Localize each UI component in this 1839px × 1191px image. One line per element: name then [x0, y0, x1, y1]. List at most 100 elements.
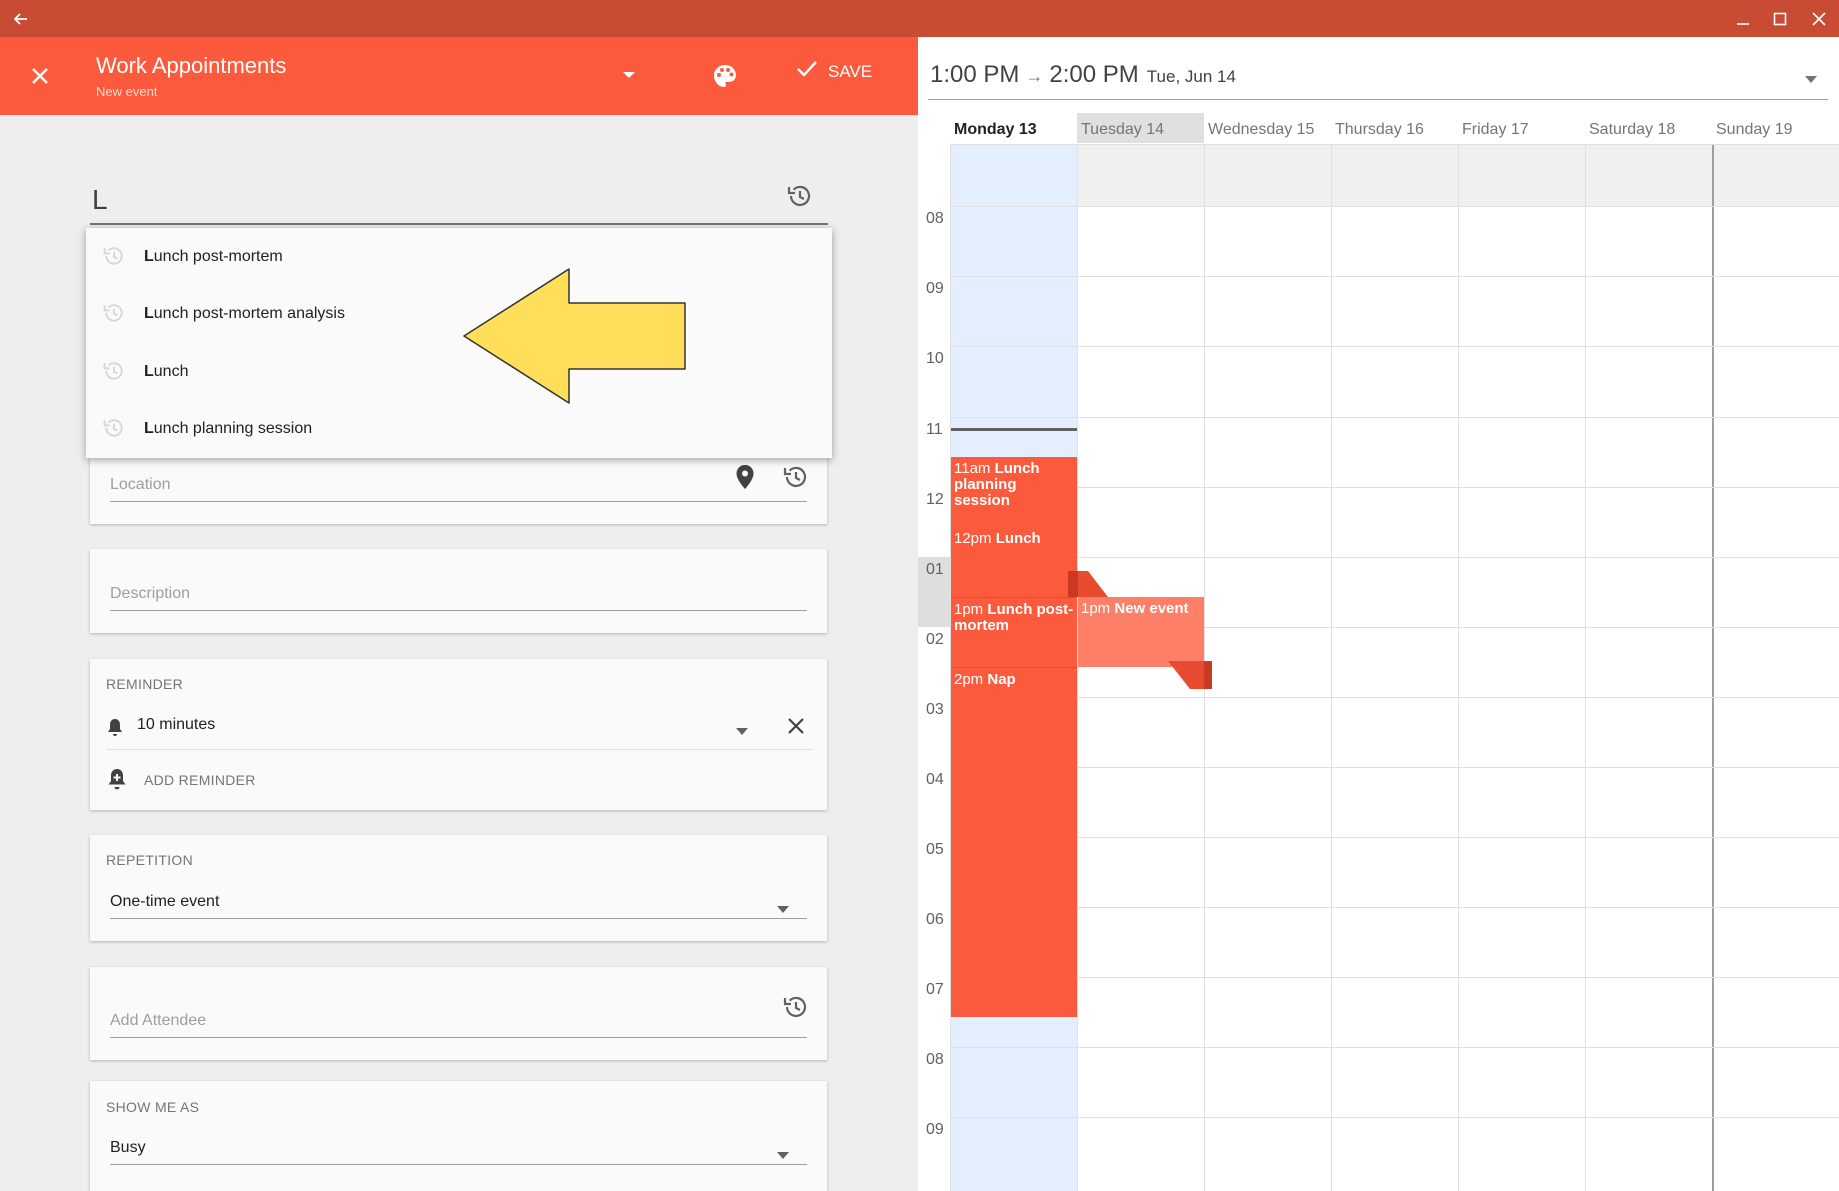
- day-header-tuesday[interactable]: Tuesday 14: [1077, 113, 1204, 143]
- event-title: New event: [1114, 600, 1189, 617]
- repetition-select[interactable]: One-time event: [110, 893, 219, 911]
- attendee-underline: [110, 1037, 807, 1038]
- add-reminder-button[interactable]: ADD REMINDER: [144, 772, 256, 788]
- hour-label: 08: [926, 210, 944, 227]
- event-title-input[interactable]: L: [90, 174, 828, 225]
- event-time-range[interactable]: 1:00 PM → 2:00 PM Tue, Jun 14: [930, 61, 1236, 89]
- show-me-as-select[interactable]: Busy: [110, 1139, 146, 1157]
- reminder-value[interactable]: 10 minutes: [137, 716, 215, 734]
- reminder-label: REMINDER: [106, 676, 184, 692]
- reminder-divider: [106, 749, 813, 750]
- grid-vline: [1585, 144, 1586, 1191]
- repetition-card: REPETITION One-time event: [90, 835, 827, 941]
- suggestion-item[interactable]: Lunch post-mortem analysis: [86, 285, 832, 342]
- time-dropdown-icon[interactable]: [1805, 71, 1817, 89]
- day-header-saturday[interactable]: Saturday 18: [1585, 113, 1712, 143]
- day-header-monday[interactable]: Monday 13: [950, 113, 1077, 143]
- save-button[interactable]: SAVE: [796, 59, 872, 84]
- window-titlebar: [0, 0, 1839, 37]
- resize-handle-top[interactable]: [1068, 569, 1118, 604]
- hour-label: 05: [926, 841, 944, 858]
- repetition-underline: [110, 918, 807, 919]
- hour-label: 12: [926, 491, 944, 508]
- show-me-as-label: SHOW ME AS: [106, 1099, 200, 1115]
- day-header-sunday[interactable]: Sunday 19: [1712, 113, 1839, 143]
- start-time[interactable]: 1:00 PM: [930, 61, 1019, 89]
- editor-subtitle: New event: [96, 84, 158, 99]
- grid-hline: [950, 907, 1839, 908]
- minimize-icon[interactable]: [1724, 0, 1761, 37]
- event-new-event[interactable]: 1pm New event: [1078, 597, 1204, 667]
- event-time: 11am: [954, 460, 991, 477]
- description-input[interactable]: Description: [110, 585, 190, 603]
- grid-vline: [1077, 144, 1078, 1191]
- bell-icon: [106, 717, 124, 742]
- event-time: 2pm: [954, 671, 984, 688]
- location-pin-icon[interactable]: [735, 464, 755, 495]
- history-icon: [102, 359, 126, 388]
- grid-hline: [950, 1047, 1839, 1048]
- repetition-dropdown-icon[interactable]: [777, 901, 789, 919]
- event-title-value[interactable]: L: [92, 184, 108, 216]
- hour-label: 11: [926, 421, 943, 438]
- location-underline: [110, 501, 807, 502]
- check-icon: [796, 59, 818, 84]
- back-arrow-icon[interactable]: [2, 0, 39, 37]
- title-suggestions-dropdown: Lunch post-mortem Lunch post-mortem anal…: [86, 228, 832, 458]
- add-alarm-icon[interactable]: [106, 767, 128, 796]
- suggestion-text: Lunch planning session: [144, 419, 313, 437]
- week-grid[interactable]: 08 09 10 11 12 01 02 03 04 05 06 07 08 0…: [918, 144, 1839, 1191]
- attendee-input[interactable]: Add Attendee: [110, 1012, 206, 1030]
- reminder-dropdown-icon[interactable]: [736, 723, 748, 741]
- grid-vline: [1712, 144, 1714, 1191]
- palette-icon[interactable]: [712, 63, 738, 94]
- hour-label: 07: [926, 981, 944, 998]
- event-lunch-planning-session[interactable]: 11am Lunch planning session: [951, 457, 1077, 527]
- location-input[interactable]: Location: [110, 476, 171, 494]
- day-header-friday[interactable]: Friday 17: [1458, 113, 1585, 143]
- hour-label: 06: [926, 911, 944, 928]
- save-label: SAVE: [828, 61, 873, 81]
- event-lunch-post-mortem[interactable]: 1pm Lunch post-mortem: [951, 597, 1077, 667]
- history-icon: [102, 416, 126, 445]
- history-icon: [102, 244, 126, 273]
- grid-vline: [1331, 144, 1332, 1191]
- grid-hline: [950, 977, 1839, 978]
- yellow-arrow-icon: [462, 267, 688, 412]
- grid-hline: [950, 144, 1839, 145]
- hour-label-selected: 01: [918, 557, 950, 627]
- location-history-icon[interactable]: [782, 463, 810, 496]
- event-title: Nap: [987, 671, 1016, 688]
- suggestion-text: Lunch post-mortem analysis: [144, 304, 345, 322]
- grid-hline: [950, 276, 1839, 277]
- show-me-as-dropdown-icon[interactable]: [777, 1147, 789, 1165]
- resize-handle-bottom[interactable]: [1168, 661, 1214, 696]
- event-time: 12pm: [954, 530, 992, 547]
- grid-vline: [1458, 144, 1459, 1191]
- close-editor-icon[interactable]: [26, 62, 54, 90]
- grid-hline: [950, 697, 1839, 698]
- event-lunch[interactable]: 12pm Lunch: [951, 527, 1077, 597]
- history-icon[interactable]: [786, 182, 814, 215]
- calendar-name[interactable]: Work Appointments: [96, 53, 286, 79]
- maximize-icon[interactable]: [1761, 0, 1798, 37]
- event-editor-panel: Work Appointments New event SAVE L Locat…: [0, 37, 918, 1191]
- event-date[interactable]: Tue, Jun 14: [1147, 67, 1236, 87]
- day-header-wednesday[interactable]: Wednesday 15: [1204, 113, 1331, 143]
- remove-reminder-icon[interactable]: [785, 715, 807, 742]
- hour-label: 02: [926, 631, 944, 648]
- suggestion-text: Lunch post-mortem: [144, 247, 283, 265]
- event-nap[interactable]: 2pm Nap: [951, 667, 1077, 1017]
- show-me-as-card: SHOW ME AS Busy: [90, 1081, 827, 1191]
- hour-label: 10: [926, 350, 944, 367]
- attendee-history-icon[interactable]: [782, 993, 810, 1026]
- calendar-dropdown-icon[interactable]: [622, 67, 636, 85]
- grid-hline: [950, 767, 1839, 768]
- day-header-thursday[interactable]: Thursday 16: [1331, 113, 1458, 143]
- event-time: 1pm: [954, 601, 984, 618]
- close-window-icon[interactable]: [1800, 0, 1837, 37]
- suggestion-item[interactable]: Lunch post-mortem: [86, 228, 832, 285]
- end-time[interactable]: 2:00 PM: [1049, 61, 1138, 89]
- suggestion-item[interactable]: Lunch planning session: [86, 400, 832, 457]
- suggestion-item[interactable]: Lunch: [86, 343, 832, 400]
